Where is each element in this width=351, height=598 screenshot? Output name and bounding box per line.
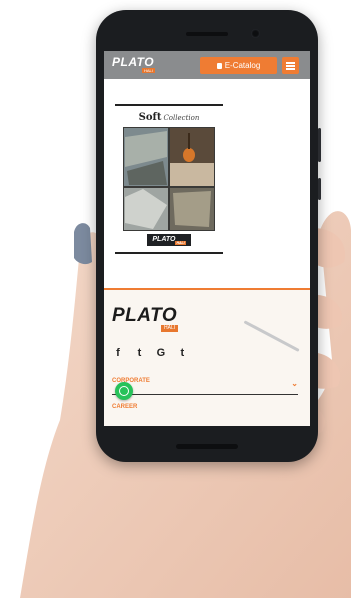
- volume-button: [318, 128, 321, 162]
- power-button: [318, 178, 321, 200]
- catalog-brand-tag: HALI: [175, 241, 186, 245]
- catalog-brand: PLATOHALI: [147, 234, 191, 246]
- google-icon[interactable]: G: [155, 347, 167, 359]
- phone-bottom-bar: [176, 444, 238, 449]
- whatsapp-button[interactable]: [115, 382, 133, 400]
- catalog-cover[interactable]: Soft Collection PLATOHALI: [115, 104, 223, 254]
- footer-logo[interactable]: PLATO HALI: [112, 305, 192, 333]
- catalog-title: Soft Collection: [115, 112, 223, 123]
- document-icon: [216, 63, 222, 69]
- logo-text: PLATO: [112, 55, 155, 69]
- phone-screen: PLATO HALI E-Catalog Soft Collection PLA…: [104, 51, 310, 426]
- tumblr-icon[interactable]: t: [176, 347, 188, 359]
- catalog-brand-text: PLATO: [152, 236, 176, 243]
- phone-camera: [251, 29, 260, 38]
- site-logo[interactable]: PLATO HALI: [112, 55, 164, 73]
- catalog-title-main: Soft: [138, 112, 162, 123]
- ecatalog-button[interactable]: E-Catalog: [200, 57, 277, 74]
- facebook-icon[interactable]: f: [112, 347, 124, 359]
- footer-logo-tag: HALI: [161, 325, 179, 332]
- site-footer: PLATO HALI f t G t CORPORATE ⌄ CAREER: [104, 290, 310, 426]
- whatsapp-icon: [119, 386, 129, 396]
- site-header: PLATO HALI E-Catalog: [104, 51, 310, 79]
- hamburger-icon: [286, 62, 295, 64]
- ecatalog-label: E-Catalog: [224, 61, 261, 70]
- chevron-down-icon: ⌄: [291, 379, 298, 388]
- accordion-career-label: CAREER: [112, 404, 138, 410]
- social-links: f t G t: [112, 343, 193, 359]
- catalog-title-script: Collection: [163, 114, 200, 122]
- twitter-icon[interactable]: t: [133, 347, 145, 359]
- phone-speaker: [186, 32, 228, 36]
- accordion-corporate[interactable]: CORPORATE ⌄: [112, 378, 298, 392]
- logo-tag: HALI: [142, 68, 155, 73]
- menu-button[interactable]: [282, 57, 299, 74]
- accordion-career[interactable]: CAREER: [112, 404, 298, 418]
- accordion-separator: [112, 394, 298, 395]
- footer-logo-text: PLATO: [112, 305, 178, 326]
- carpet-photo-collage: [123, 127, 215, 231]
